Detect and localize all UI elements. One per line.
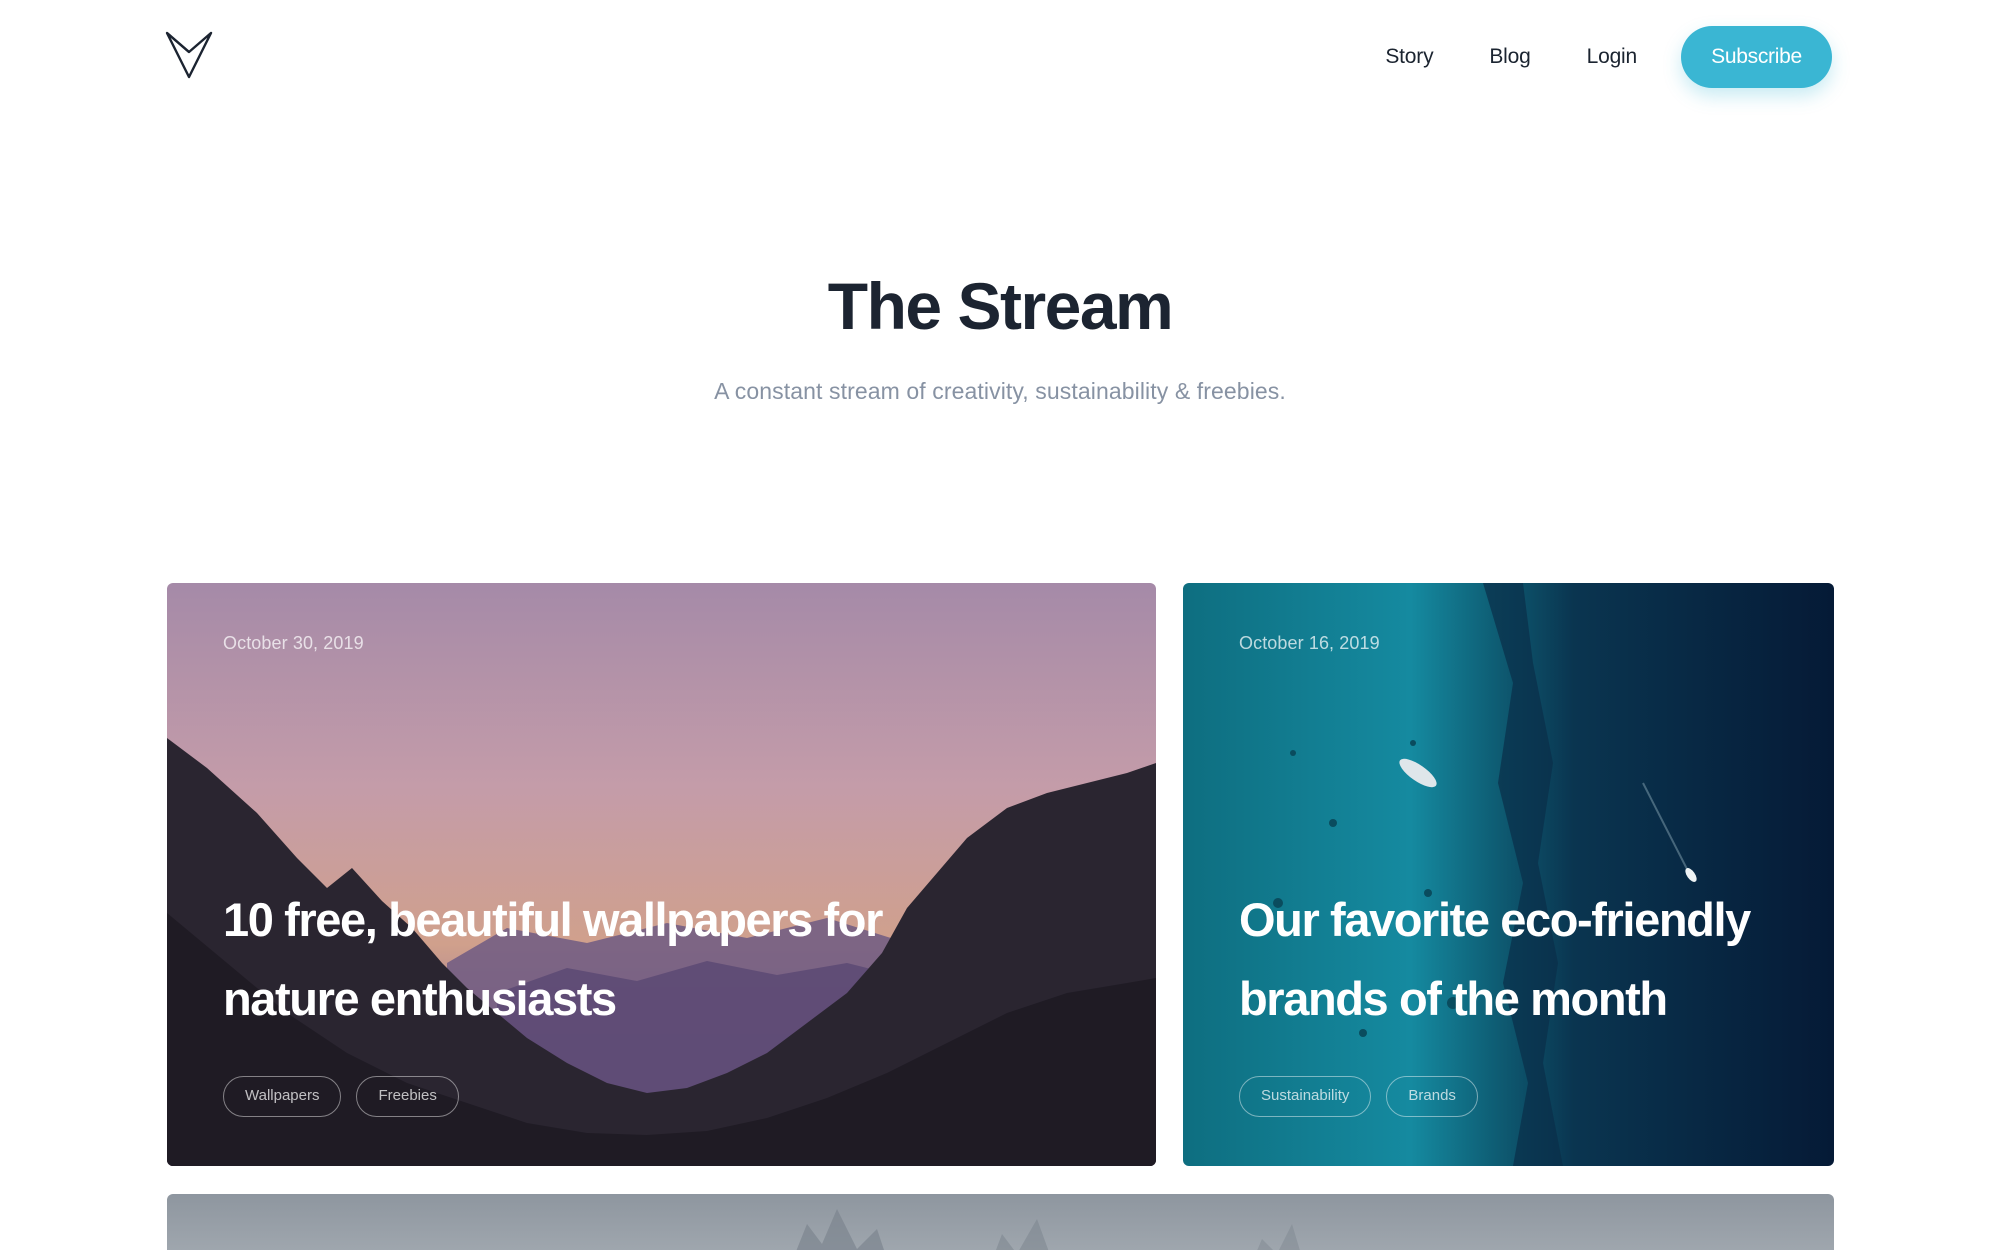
post-card-eco-brands[interactable]: October 16, 2019 Our favorite eco-friend… [1183, 583, 1834, 1166]
post-card-wallpapers[interactable]: October 30, 2019 10 free, beautiful wall… [167, 583, 1156, 1166]
page: Story Blog Login Subscribe The Stream A … [0, 0, 2000, 1250]
post-date: October 30, 2019 [223, 633, 364, 653]
site-header: Story Blog Login Subscribe [0, 0, 2000, 115]
tag-brands[interactable]: Brands [1386, 1076, 1478, 1117]
logo-icon[interactable] [165, 30, 215, 80]
main-nav: Story Blog Login Subscribe [1385, 26, 1832, 88]
nav-login-link[interactable]: Login [1587, 45, 1638, 69]
post-date: October 16, 2019 [1239, 633, 1380, 653]
post-tags: Wallpapers Freebies [223, 1076, 474, 1117]
tag-sustainability[interactable]: Sustainability [1239, 1076, 1372, 1117]
nav-story-link[interactable]: Story [1385, 45, 1433, 69]
tag-freebies[interactable]: Freebies [356, 1076, 459, 1117]
post-card-forest[interactable] [167, 1194, 1834, 1250]
post-tags: Sustainability Brands [1239, 1076, 1493, 1117]
tag-wallpapers[interactable]: Wallpapers [223, 1076, 342, 1117]
nav-blog-link[interactable]: Blog [1489, 45, 1530, 69]
post-title[interactable]: 10 free, beautiful wallpapers for nature… [223, 880, 943, 1038]
page-subtitle: A constant stream of creativity, sustain… [714, 378, 1286, 404]
misty-forest-image [167, 1194, 1834, 1250]
post-title[interactable]: Our favorite eco-friendly brands of the … [1239, 880, 1799, 1038]
page-title: The Stream [827, 269, 1174, 343]
subscribe-button[interactable]: Subscribe [1681, 26, 1832, 88]
